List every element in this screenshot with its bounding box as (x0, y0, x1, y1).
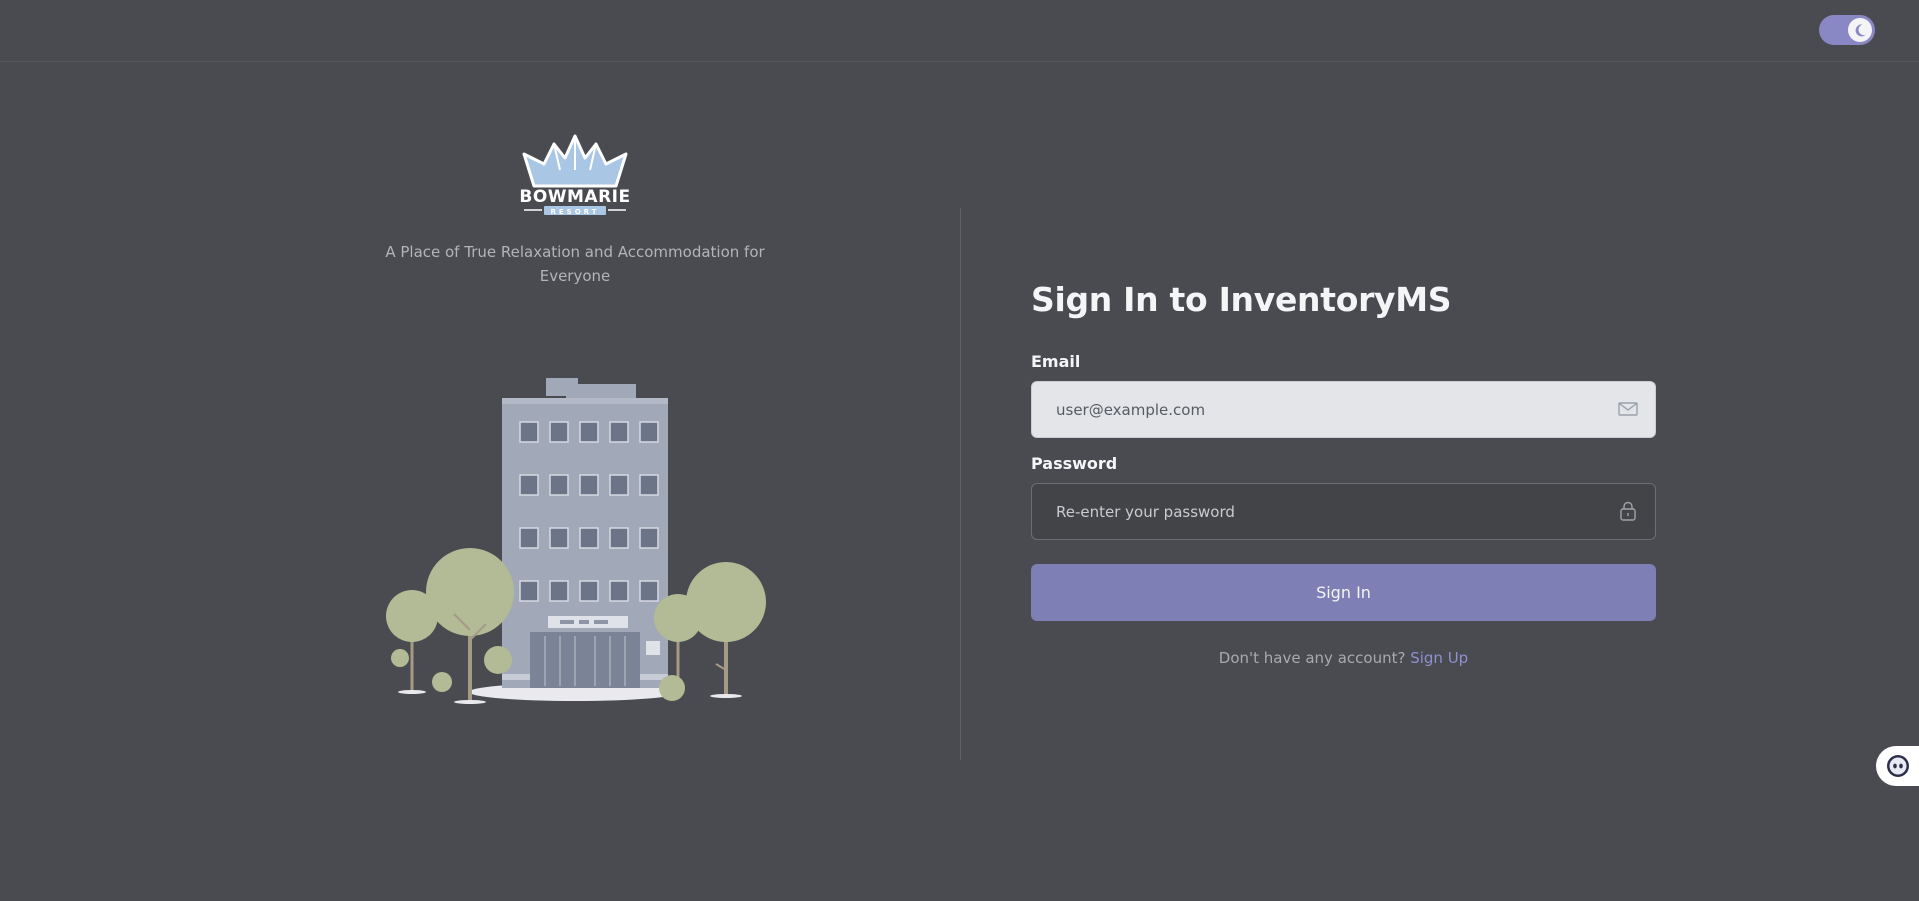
lock-icon (1620, 501, 1636, 521)
password-label: Password (1031, 454, 1118, 473)
signup-prompt: Don't have any account? (1218, 649, 1406, 667)
password-field[interactable] (1032, 484, 1655, 539)
email-label: Email (1031, 352, 1081, 371)
sign-in-button[interactable]: Sign In (1031, 564, 1656, 621)
email-field-wrapper (1031, 381, 1656, 438)
email-field[interactable] (1032, 382, 1655, 437)
mail-icon (1618, 402, 1638, 416)
panel-divider (960, 208, 961, 760)
logo-text: BOWMARIE (519, 187, 630, 207)
hotel-illustration (386, 378, 766, 704)
signup-prompt-line: Don't have any account? Sign Up (1031, 649, 1656, 667)
moon-icon (1848, 18, 1872, 42)
form-title: Sign In to InventoryMS (1031, 280, 1452, 319)
password-field-wrapper (1031, 483, 1656, 540)
bowmarie-logo: BOWMARIE RESORT (519, 134, 630, 216)
sign-in-form: Sign In to InventoryMS Email Password Si… (1031, 270, 1656, 667)
sign-up-link[interactable]: Sign Up (1410, 649, 1468, 667)
top-bar (0, 0, 1919, 62)
theme-toggle[interactable] (1819, 15, 1875, 45)
chat-widget-button[interactable] (1876, 746, 1919, 786)
brand-panel: BOWMARIE RESORT A Place of True Relaxati… (360, 120, 790, 740)
tagline: A Place of True Relaxation and Accommoda… (385, 243, 765, 285)
chat-bot-icon (1887, 755, 1909, 777)
logo-subtext: RESORT (550, 208, 599, 216)
